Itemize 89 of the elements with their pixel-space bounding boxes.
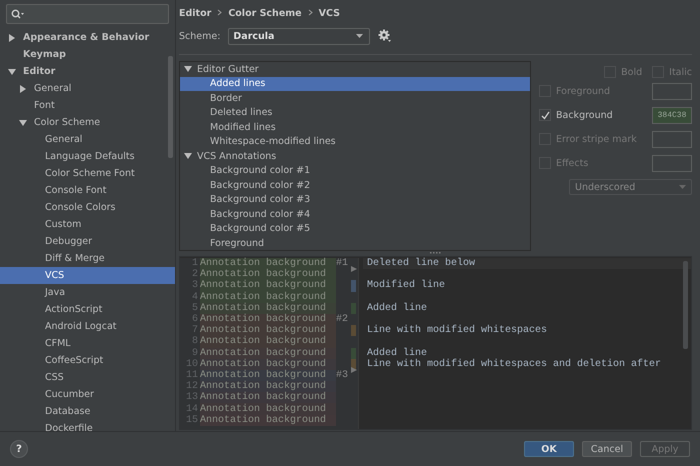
collapsed-arrow-icon bbox=[8, 34, 16, 42]
sidebar-item[interactable]: Editor bbox=[0, 63, 175, 80]
element-item[interactable]: Added lines bbox=[180, 76, 530, 91]
annotation-text: Annotation background bbox=[200, 381, 336, 392]
element-item[interactable]: VCS Annotations bbox=[180, 149, 530, 164]
code-line: Line with modified whitespaces bbox=[367, 325, 548, 336]
attribute-checkbox[interactable]: Background bbox=[539, 109, 613, 121]
sidebar-item[interactable]: Console Font bbox=[0, 182, 175, 199]
scheme-label: Scheme: bbox=[179, 30, 220, 42]
code-line: Modified line bbox=[367, 280, 446, 292]
annotation-text: Annotation background bbox=[200, 348, 336, 359]
breadcrumb-item: Color Scheme bbox=[228, 8, 302, 18]
element-item[interactable]: Modified lines bbox=[180, 120, 530, 134]
collapsed-arrow-icon bbox=[19, 84, 27, 92]
sidebar-item[interactable]: Android Logcat bbox=[0, 318, 175, 335]
breadcrumb-item: Editor bbox=[179, 8, 212, 18]
sidebar-item[interactable]: Cucumber bbox=[0, 386, 175, 403]
search-field[interactable] bbox=[6, 4, 169, 24]
code-line: Added line bbox=[367, 302, 428, 314]
sidebar-item[interactable]: Keymap bbox=[0, 46, 175, 63]
annotation-text: Annotation background bbox=[200, 280, 336, 292]
sidebar-item[interactable]: Java bbox=[0, 284, 175, 301]
expanded-arrow-icon bbox=[184, 152, 192, 160]
color-swatch[interactable] bbox=[652, 82, 692, 100]
sidebar-item[interactable]: Diff & Merge bbox=[0, 250, 175, 267]
annotation-text: Annotation background bbox=[200, 358, 336, 370]
splitter-handle-icon[interactable] bbox=[430, 252, 442, 255]
element-item[interactable]: Whitespace-modified lines bbox=[180, 134, 530, 149]
dialog-button[interactable]: Cancel bbox=[582, 441, 632, 457]
element-item[interactable]: Border bbox=[180, 91, 530, 106]
annotation-text: Annotation background bbox=[200, 403, 336, 415]
color-swatch[interactable] bbox=[652, 130, 692, 148]
chevron-icon bbox=[308, 8, 313, 16]
element-item[interactable]: Background color #1 bbox=[180, 164, 530, 178]
annotation-text: Annotation background bbox=[200, 314, 336, 326]
sidebar-item[interactable]: Language Defaults bbox=[0, 148, 175, 165]
sidebar-item[interactable]: General bbox=[0, 80, 175, 97]
sidebar-item[interactable]: Font bbox=[0, 97, 175, 114]
checkmark-icon bbox=[540, 110, 550, 120]
annotation-text: Annotation background bbox=[200, 336, 336, 348]
sidebar-item[interactable]: VCS bbox=[0, 267, 175, 284]
element-item[interactable]: Background color #2 bbox=[180, 178, 530, 192]
scheme-dropdown[interactable]: Darcula bbox=[228, 28, 370, 44]
sidebar-item[interactable]: Appearance & Behavior bbox=[0, 29, 175, 46]
annotation-text: Annotation background bbox=[200, 325, 336, 336]
annotation-text: Annotation background bbox=[200, 258, 336, 270]
sidebar-item[interactable]: Dockerfile bbox=[0, 420, 175, 431]
color-swatch[interactable]: 384C38 bbox=[652, 106, 692, 124]
chevron-icon bbox=[217, 8, 222, 16]
element-item[interactable]: Background color #3 bbox=[180, 192, 530, 207]
code-line: Line with modified whitespaces and deletion after bbox=[367, 358, 662, 370]
search-icon bbox=[11, 9, 25, 19]
caret-icon bbox=[356, 34, 364, 38]
element-item[interactable]: Background color #5 bbox=[180, 222, 530, 236]
code-line: Added line bbox=[367, 348, 428, 359]
annotation-tag: #3 bbox=[336, 370, 348, 381]
annotation-tag: #1 bbox=[336, 258, 348, 270]
sidebar-item[interactable]: CFML bbox=[0, 335, 175, 352]
annotation-text: Annotation background bbox=[200, 392, 336, 404]
sidebar-item[interactable]: CSS bbox=[0, 369, 175, 386]
dialog-button[interactable]: OK bbox=[524, 441, 574, 457]
sidebar-item[interactable]: Console Colors bbox=[0, 199, 175, 216]
breadcrumb-item: VCS bbox=[318, 8, 340, 18]
annotation-text: Annotation background bbox=[200, 370, 336, 382]
sidebar-item[interactable]: Debugger bbox=[0, 233, 175, 250]
annotation-text: Annotation background bbox=[200, 292, 336, 303]
sidebar-item[interactable]: ActionScript bbox=[0, 301, 175, 318]
expanded-arrow-icon bbox=[19, 118, 27, 126]
sidebar-item[interactable]: Custom bbox=[0, 216, 175, 233]
element-item[interactable]: Deleted lines bbox=[180, 106, 530, 120]
element-item[interactable]: Background color #4 bbox=[180, 207, 530, 222]
sidebar-item[interactable]: Color Scheme Font bbox=[0, 165, 175, 182]
sidebar-item[interactable]: General bbox=[0, 131, 175, 148]
expanded-arrow-icon bbox=[8, 68, 16, 76]
sidebar-item[interactable]: Database bbox=[0, 403, 175, 420]
element-item[interactable]: Editor Gutter bbox=[180, 62, 530, 76]
annotation-text: Annotation background bbox=[200, 269, 336, 280]
sidebar-item[interactable]: CoffeeScript bbox=[0, 352, 175, 369]
color-swatch[interactable] bbox=[652, 154, 692, 172]
sidebar-item[interactable]: Color Scheme bbox=[0, 114, 175, 131]
caret-icon bbox=[679, 185, 686, 189]
gear-icon[interactable] bbox=[378, 29, 392, 43]
element-item[interactable]: Foreground bbox=[180, 236, 530, 250]
annotation-tag: #2 bbox=[336, 314, 348, 326]
help-button[interactable]: ? bbox=[10, 440, 28, 458]
expanded-arrow-icon bbox=[184, 65, 192, 74]
annotation-text: Annotation background bbox=[200, 414, 336, 426]
annotation-text: Annotation background bbox=[200, 302, 336, 314]
code-line: Deleted line below bbox=[367, 258, 476, 270]
